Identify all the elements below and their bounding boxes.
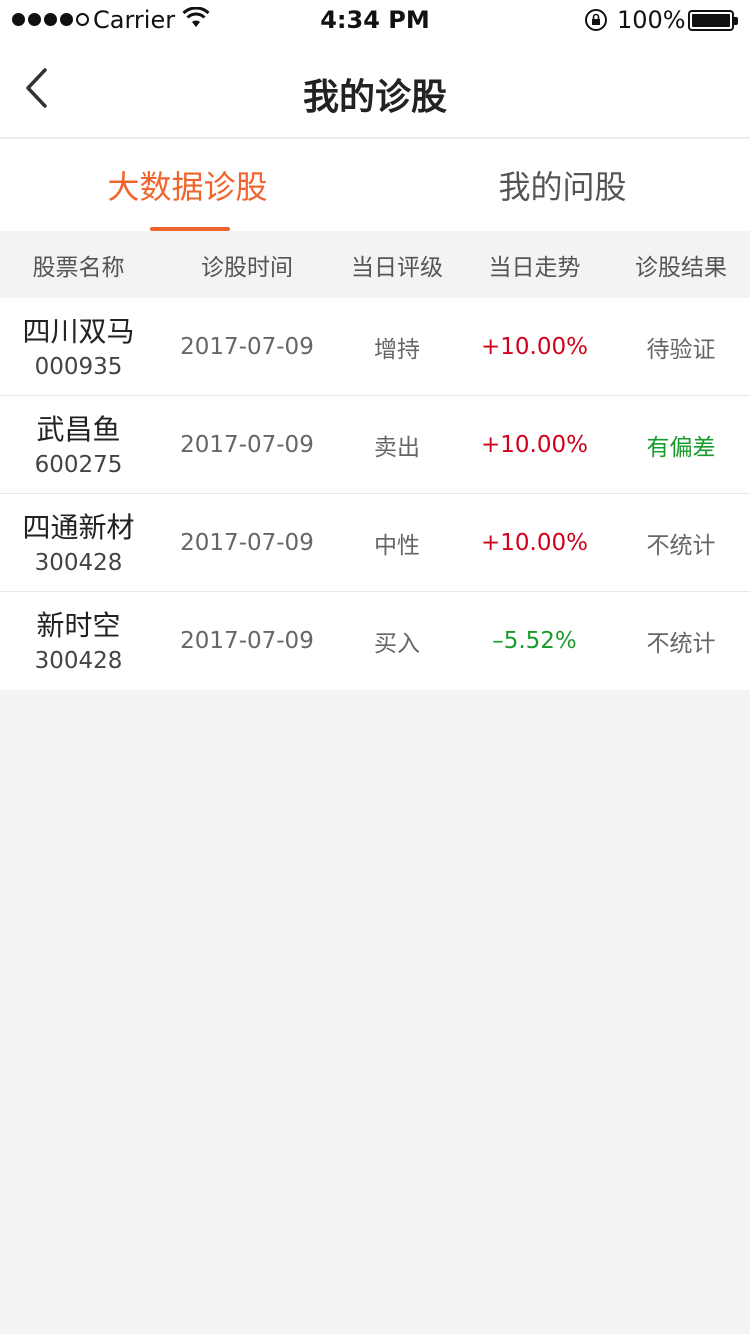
table-header: 股票名称 诊股时间 当日评级 当日走势 诊股结果: [0, 231, 750, 298]
diagnosis-result: 不统计: [646, 532, 716, 559]
stock-cell: 新时空 300428: [0, 606, 157, 676]
stock-code: 600275: [34, 451, 123, 478]
diagnosis-date: 2017-07-09: [180, 333, 314, 360]
daily-rating: 卖出: [374, 434, 420, 461]
status-bar: Carrier 4:34 PM 100%: [0, 0, 750, 40]
tab-my-questions[interactable]: 我的问股: [375, 139, 750, 231]
diagnosis-result: 有偏差: [646, 434, 716, 461]
battery-percentage: 100%: [617, 6, 686, 34]
diagnosis-result: 不统计: [646, 631, 716, 657]
diagnosis-date: 2017-07-09: [180, 431, 314, 458]
daily-rating: 增持: [374, 336, 420, 363]
daily-rating: 中性: [374, 532, 420, 559]
table-row[interactable]: 四通新材 300428 2017-07-09 中性 +10.00% 不统计: [0, 494, 750, 592]
rotation-lock-icon: [584, 8, 608, 38]
stock-code: 300428: [34, 648, 123, 674]
daily-trend: +10.00%: [481, 333, 588, 360]
diagnosis-date: 2017-07-09: [180, 628, 314, 654]
table-row[interactable]: 四川双马 000935 2017-07-09 增持 +10.00% 待验证: [0, 298, 750, 396]
daily-trend: –5.52%: [492, 628, 577, 654]
tab-label: 大数据诊股: [107, 168, 268, 206]
stock-cell: 四通新材 300428: [0, 508, 157, 578]
stock-name: 新时空: [36, 609, 121, 642]
column-header-rating: 当日评级: [351, 254, 443, 281]
diagnosis-result: 待验证: [646, 336, 716, 363]
stock-name: 四川双马: [22, 314, 135, 348]
column-header-diagnosis-time: 诊股时间: [201, 254, 293, 281]
stock-name: 四通新材: [22, 510, 135, 544]
table-body: 四川双马 000935 2017-07-09 增持 +10.00% 待验证 武昌…: [0, 298, 750, 690]
tab-big-data-diagnosis[interactable]: 大数据诊股: [0, 139, 375, 231]
diagnosis-date: 2017-07-09: [180, 529, 314, 556]
tab-bar: 大数据诊股 我的问股: [0, 139, 750, 231]
daily-rating: 买入: [374, 631, 420, 657]
daily-trend: +10.00%: [481, 529, 588, 556]
column-header-result: 诊股结果: [635, 254, 727, 281]
tab-label: 我的问股: [498, 168, 627, 206]
stock-cell: 四川双马 000935: [0, 312, 157, 382]
stock-code: 000935: [34, 353, 123, 380]
table-row[interactable]: 武昌鱼 600275 2017-07-09 卖出 +10.00% 有偏差: [0, 396, 750, 494]
stock-name: 武昌鱼: [36, 412, 121, 446]
stock-code: 300428: [34, 549, 123, 576]
stock-cell: 武昌鱼 600275: [0, 410, 157, 480]
page-title: 我的诊股: [302, 77, 447, 118]
battery-icon: [688, 10, 738, 31]
navigation-bar: 我的诊股: [0, 40, 750, 138]
column-header-trend: 当日走势: [488, 254, 581, 281]
table-row[interactable]: 新时空 300428 2017-07-09 买入 –5.52% 不统计: [0, 592, 750, 690]
column-header-stock-name: 股票名称: [32, 254, 125, 281]
daily-trend: +10.00%: [481, 431, 588, 458]
